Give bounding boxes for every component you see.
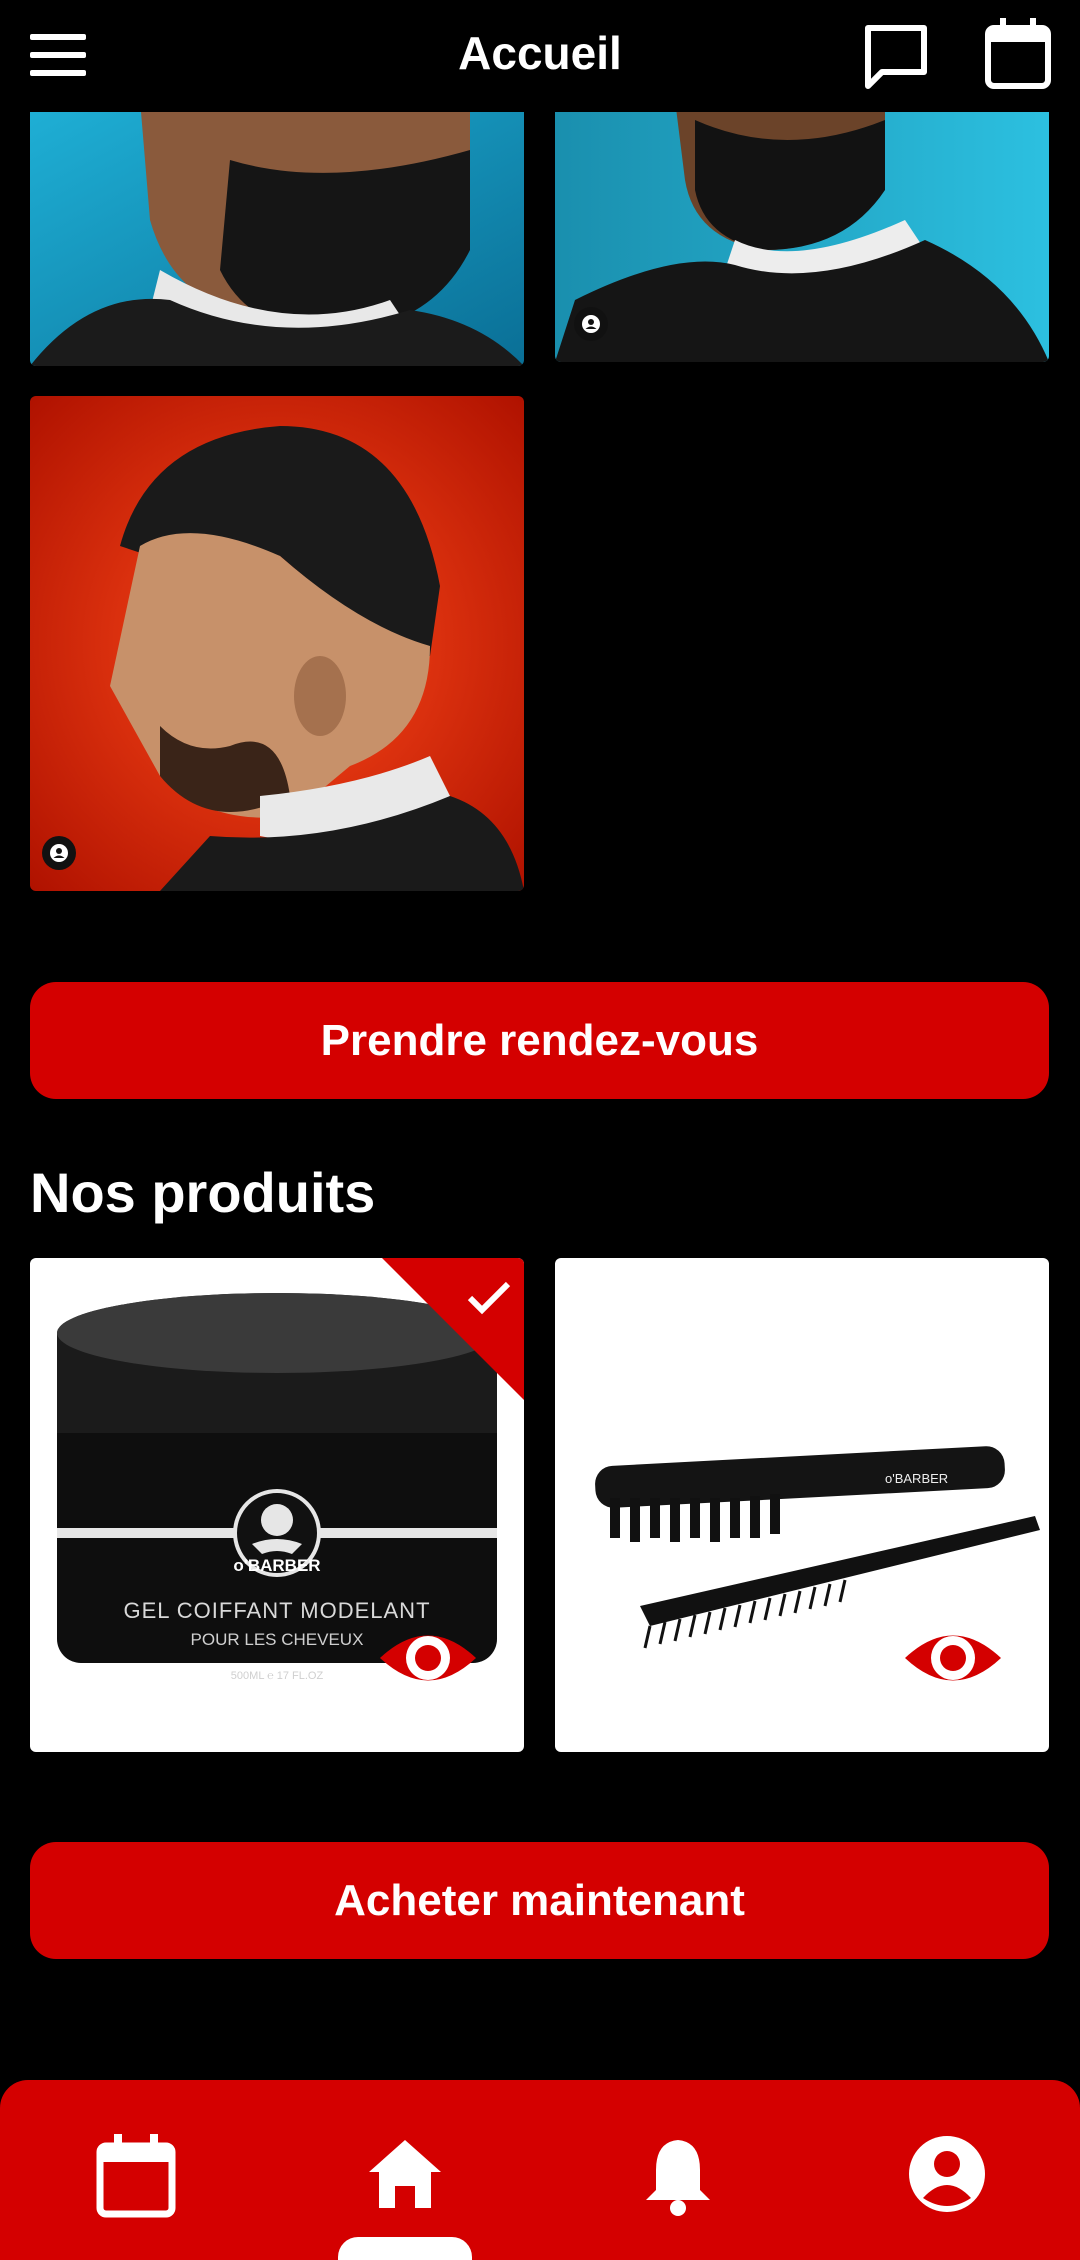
home-indicator — [338, 2237, 472, 2260]
view-product-eye-icon[interactable] — [903, 1623, 1003, 1693]
view-product-eye-icon[interactable] — [378, 1623, 478, 1693]
user-badge-icon — [574, 307, 608, 341]
user-badge-icon — [42, 836, 76, 870]
calendar-icon[interactable] — [984, 18, 1052, 90]
buy-now-button[interactable]: Acheter maintenant — [30, 1842, 1049, 1959]
product-card-brush-comb[interactable]: o'BARBER — [555, 1258, 1049, 1752]
nav-account-icon[interactable] — [907, 2134, 987, 2214]
top-app-bar: Accueil — [0, 0, 1080, 112]
product-card-gel[interactable]: o'BARBER GEL COIFFANT MODELANT POUR LES … — [30, 1258, 524, 1752]
gallery-image-fade-haircut[interactable] — [30, 396, 524, 891]
gallery-image-beard-1[interactable] — [30, 100, 524, 366]
gallery-image-beard-2[interactable] — [555, 100, 1049, 362]
products-section-title: Nos produits — [30, 1161, 376, 1224]
book-appointment-button[interactable]: Prendre rendez-vous — [30, 982, 1049, 1099]
nav-notifications-bell-icon[interactable] — [638, 2134, 718, 2216]
product-brand: o'BARBER — [233, 1556, 321, 1575]
chat-icon[interactable] — [862, 22, 930, 90]
nav-home-icon[interactable] — [365, 2134, 445, 2214]
bottom-navigation — [0, 2080, 1080, 2260]
product-name: GEL COIFFANT MODELANT — [123, 1598, 431, 1623]
nav-calendar-icon[interactable] — [96, 2134, 176, 2218]
svg-text:o'BARBER: o'BARBER — [885, 1471, 948, 1486]
check-icon — [467, 1281, 511, 1315]
